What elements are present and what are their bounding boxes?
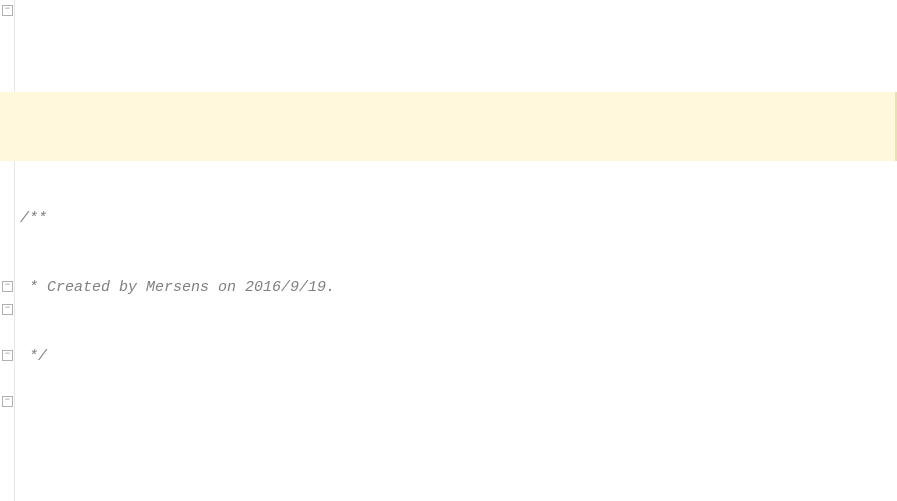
- doc-text: /**: [20, 210, 47, 227]
- doc-block-bg: [0, 92, 897, 161]
- code-area[interactable]: /** * Created by Mersens on 2016/9/19. *…: [0, 92, 897, 501]
- doc-text: */: [20, 348, 47, 365]
- fold-handle-icon[interactable]: [2, 5, 13, 16]
- blank-line: [14, 437, 897, 460]
- doc-text: * Created by Mersens on 2016/9/19.: [20, 279, 335, 296]
- code-editor[interactable]: /** * Created by Mersens on 2016/9/19. *…: [0, 0, 897, 501]
- doc-line: * Created by Mersens on 2016/9/19.: [14, 276, 897, 299]
- doc-line: */: [14, 345, 897, 368]
- doc-line: /**: [14, 207, 897, 230]
